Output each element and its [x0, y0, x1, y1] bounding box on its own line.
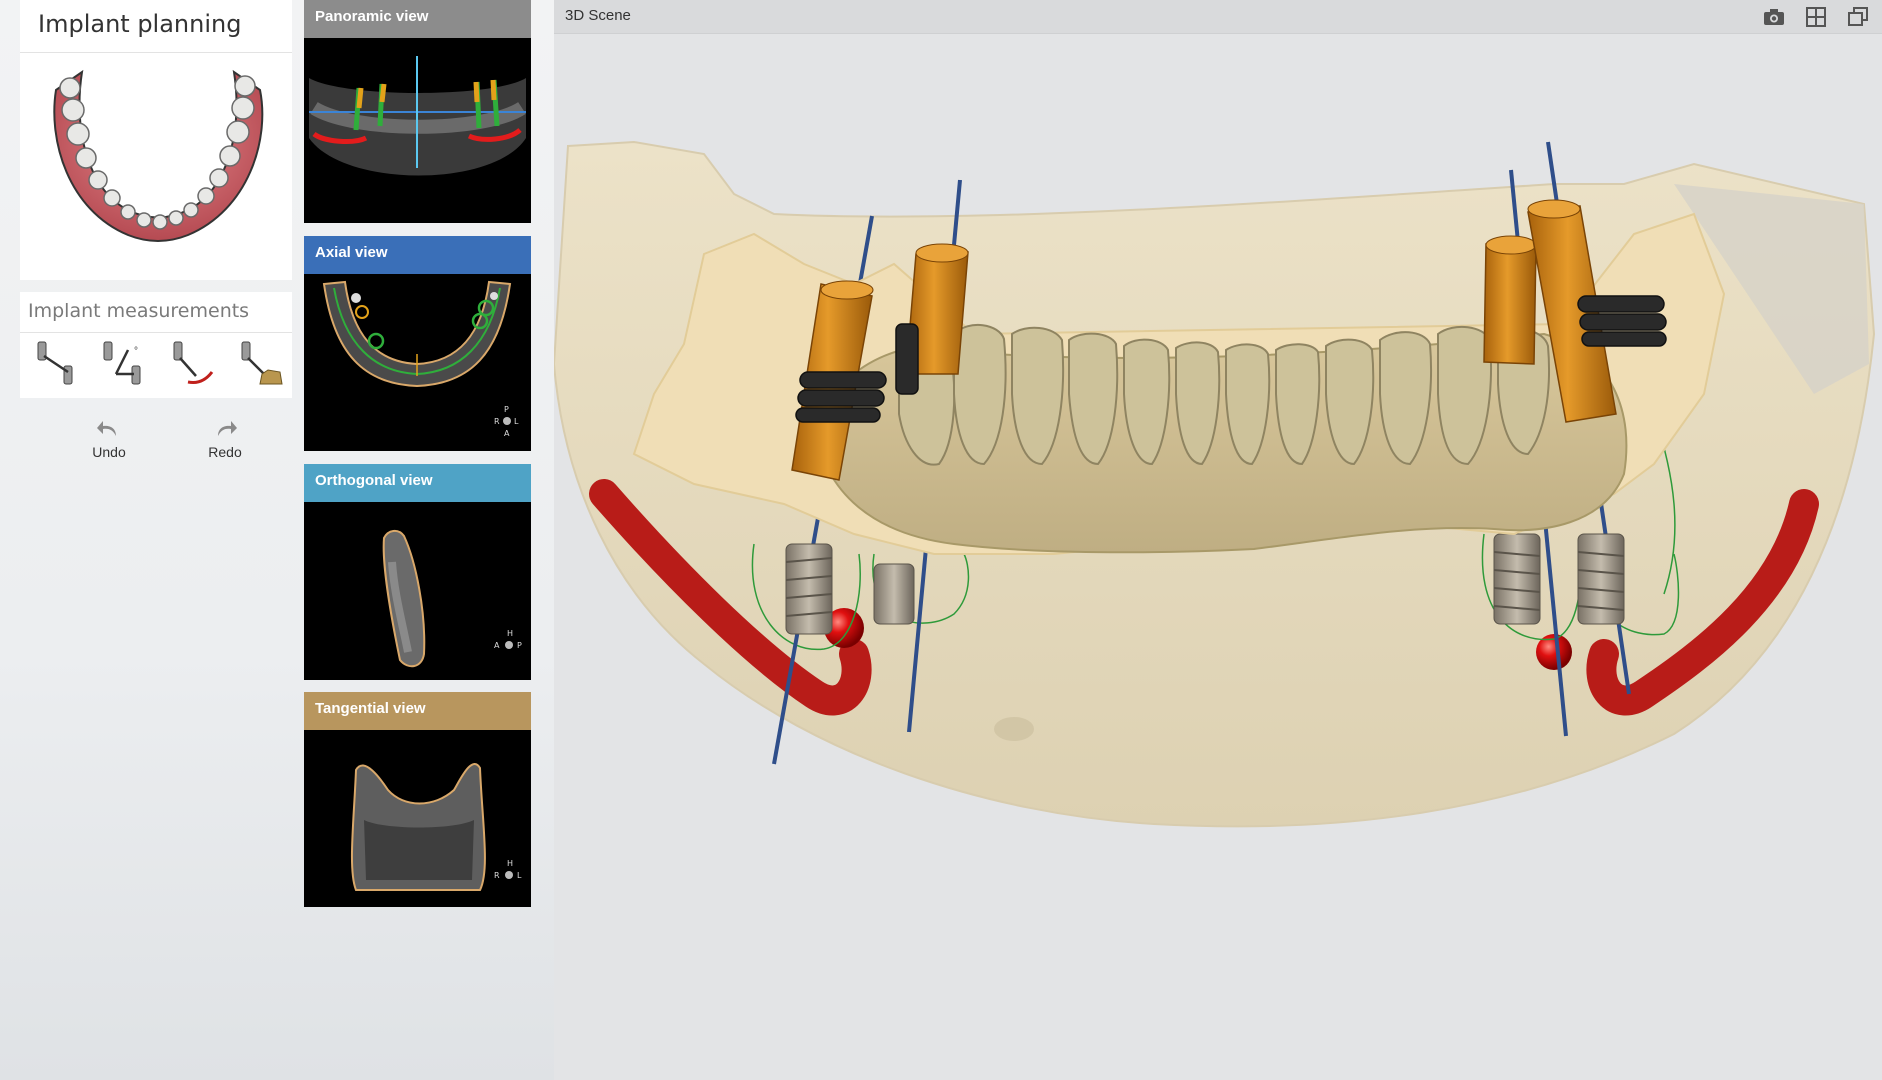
axial-view-header[interactable]: Axial view	[304, 236, 531, 274]
undo-icon	[97, 421, 116, 436]
svg-text:P: P	[504, 405, 509, 414]
implant-angle-icon: °	[103, 341, 141, 385]
implant-bone-distance-icon	[241, 341, 283, 385]
screenshot-button[interactable]	[1761, 4, 1787, 30]
svg-text:H: H	[507, 859, 513, 868]
svg-text:R: R	[494, 871, 500, 880]
camera-icon	[1764, 9, 1784, 25]
undo-label: Undo	[92, 444, 126, 460]
svg-text:P: P	[517, 641, 522, 650]
implant-distance-button[interactable]	[24, 332, 88, 396]
panoramic-view-header[interactable]: Panoramic view	[304, 0, 531, 38]
scene-header: 3D Scene	[554, 0, 1882, 34]
panoramic-image	[309, 56, 526, 176]
orthogonal-view-label: Orthogonal view	[315, 472, 433, 489]
svg-text:°: °	[134, 346, 138, 357]
layout-button[interactable]	[1803, 4, 1829, 30]
implant-planning-card: Implant planning	[20, 0, 292, 280]
scene-viewport[interactable]	[554, 34, 1882, 1080]
implant-planning-title: Implant planning	[38, 10, 242, 38]
orthogonal-view-header[interactable]: Orthogonal view	[304, 464, 531, 502]
layout-grid-icon	[1806, 7, 1826, 27]
implant-measurements-title: Implant measurements	[28, 300, 250, 322]
scene-3d-panel[interactable]: 3D Scene	[554, 0, 1882, 1080]
implant-distance-icon	[37, 341, 73, 385]
axial-view[interactable]: Axial view P R L A	[304, 236, 531, 451]
svg-text:R: R	[494, 417, 500, 426]
redo-label: Redo	[208, 444, 242, 460]
panoramic-view-label: Panoramic view	[315, 8, 429, 25]
implant-nerve-distance-icon	[173, 341, 214, 384]
undo-button[interactable]: Undo	[49, 416, 169, 474]
panoramic-view[interactable]: Panoramic view	[304, 0, 531, 223]
tangential-view-header[interactable]: Tangential view	[304, 692, 531, 730]
implant-angle-button[interactable]: °	[92, 332, 156, 396]
tangential-image: H R L	[350, 763, 522, 891]
svg-text:H: H	[507, 629, 513, 638]
implant-measurements-card: Implant measurements °	[20, 292, 292, 398]
restore-window-button[interactable]	[1845, 4, 1871, 30]
svg-text:L: L	[514, 417, 519, 426]
implant-bone-distance-button[interactable]	[228, 332, 292, 396]
axial-image: P R L A	[322, 280, 519, 438]
scene-title: 3D Scene	[565, 7, 631, 24]
restore-window-icon	[1848, 7, 1868, 26]
implant-nerve-distance-button[interactable]	[160, 332, 224, 396]
jaw-preview-icon[interactable]	[38, 60, 278, 260]
axial-view-label: Axial view	[315, 244, 388, 261]
orthogonal-view[interactable]: Orthogonal view H A P	[304, 464, 531, 680]
svg-text:A: A	[504, 429, 510, 438]
svg-text:L: L	[517, 871, 522, 880]
svg-text:A: A	[494, 641, 500, 650]
tangential-view[interactable]: Tangential view H R L	[304, 692, 531, 907]
redo-icon	[218, 421, 237, 436]
history-card: Undo Redo	[20, 408, 292, 468]
orthogonal-image: H A P	[382, 530, 522, 668]
redo-button[interactable]: Redo	[165, 416, 285, 474]
tangential-view-label: Tangential view	[315, 700, 426, 717]
